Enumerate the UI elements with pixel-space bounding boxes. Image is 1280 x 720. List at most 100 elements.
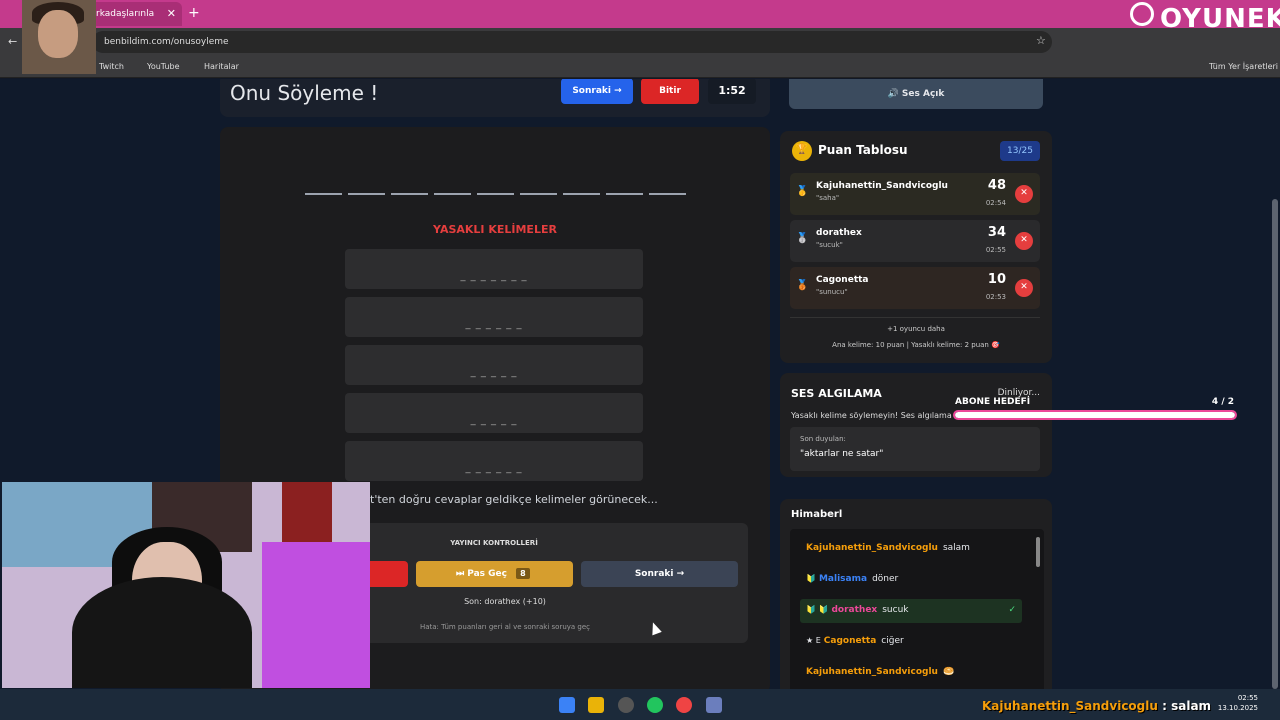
chat-username[interactable]: dorathex xyxy=(831,605,877,615)
player-name: Cagonetta xyxy=(816,275,869,285)
forbidden-words-title: YASAKLI KELİMELER xyxy=(433,223,557,236)
word-blanks xyxy=(305,193,686,197)
bookmark-youtube[interactable]: YouTube xyxy=(147,62,180,71)
pass-label: ⏭ Pas Geç xyxy=(456,569,507,579)
tab-title: rkadaşlarınla xyxy=(96,9,155,19)
windows-start-icon[interactable] xyxy=(559,697,575,713)
timer: 1:52 xyxy=(708,79,756,104)
forbidden-word-3: _ _ _ _ _ xyxy=(345,345,643,385)
all-bookmarks[interactable]: Tüm Yer İşaretleri xyxy=(1209,62,1278,71)
player-score: 48 xyxy=(987,178,1006,193)
chat-text: döner xyxy=(872,574,899,584)
controls-title: YAYINCI KONTROLLERİ xyxy=(450,539,538,547)
remove-player-icon[interactable]: ✕ xyxy=(1015,185,1033,203)
player-row: 🥉 Cagonetta "sunucu" 10 02:53 ✕ xyxy=(790,267,1040,309)
spotify-icon[interactable] xyxy=(647,697,663,713)
letter-blank xyxy=(391,193,428,195)
person-body xyxy=(72,577,252,688)
streamer-webcam xyxy=(2,482,370,688)
last-heard-box: Son duyulan: "aktarlar ne satar" xyxy=(790,427,1040,471)
letter-blank xyxy=(477,193,514,195)
chat-scrollbar[interactable] xyxy=(1036,537,1040,567)
player-row: 🥇 Kajuhanettin_Sandvicoglu "saha" 48 02:54 ✕ xyxy=(790,173,1040,215)
remove-player-icon[interactable]: ✕ xyxy=(1015,232,1033,250)
voice-title: SES ALGILAMA xyxy=(791,387,882,400)
letter-blank xyxy=(348,193,385,195)
system-clock: 02:55 13.10.2025 xyxy=(1218,693,1258,713)
last-answer-info: Son: dorathex (+10) xyxy=(464,597,546,606)
obs-icon[interactable] xyxy=(618,697,634,713)
forbidden-word-4: _ _ _ _ _ xyxy=(345,393,643,433)
webcam-person-face xyxy=(38,10,78,58)
round-badge: 13/25 xyxy=(1000,141,1040,161)
sub-goal-count: 4 / 2 xyxy=(1211,397,1234,407)
page-scrollbar[interactable] xyxy=(1272,199,1278,689)
finish-button[interactable]: Bitir xyxy=(641,79,699,104)
chat-title: Himaberl xyxy=(791,509,843,520)
bookmark-star-icon[interactable]: ☆ xyxy=(1036,34,1046,47)
player-time: 02:54 xyxy=(985,199,1006,207)
chat-username[interactable]: Kajuhanettin_Sandvicoglu xyxy=(806,667,938,677)
chat-message: Kajuhanettin_Sandvicoglu 🥯 xyxy=(800,661,1022,685)
clock-time: 02:55 xyxy=(1237,694,1258,702)
back-icon[interactable]: ← xyxy=(8,35,17,48)
wall-poster-red xyxy=(282,482,332,542)
url-input[interactable]: benbildim.com/onusoyleme xyxy=(92,31,1052,53)
forbidden-word-5: _ _ _ _ _ _ xyxy=(345,441,643,481)
browser-tab[interactable]: rkadaşlarınla ✕ xyxy=(90,2,182,26)
streamer-controls: YAYINCI KONTROLLERİ ⏭ Pas Geç 8 Sonraki … xyxy=(320,523,748,643)
chat-username[interactable]: Malisama xyxy=(819,574,867,584)
player-word: "sunucu" xyxy=(816,288,848,296)
streamer-webcam-small xyxy=(22,0,96,74)
sub-goal-fill xyxy=(955,412,1235,418)
chat-text: salam xyxy=(942,543,970,553)
brand-logo: OYUNEKS xyxy=(1160,4,1280,34)
next-button[interactable]: Sonraki → xyxy=(561,79,633,104)
sound-toggle-button[interactable]: 🔊 Ses Açık xyxy=(789,79,1043,109)
player-name: Kajuhanettin_Sandvicoglu xyxy=(816,181,948,191)
player-word: "saha" xyxy=(816,194,840,202)
stream-chat-user: Kajuhanettin_Sandvicoglu xyxy=(982,699,1158,713)
bookmark-twitch[interactable]: Twitch xyxy=(99,62,124,71)
chat-username[interactable]: Cagonetta xyxy=(824,636,877,646)
chrome-icon[interactable] xyxy=(676,697,692,713)
pass-button[interactable]: ⏭ Pas Geç 8 xyxy=(416,561,573,587)
player-score: 34 xyxy=(987,225,1006,240)
chat-message: Kajuhanettin_Sandvicoglu salam xyxy=(800,537,1022,561)
correct-check-icon: ✓ xyxy=(1008,605,1016,615)
medal-icon: 🥇 xyxy=(796,186,809,197)
forbidden-word-2: _ _ _ _ _ _ xyxy=(345,297,643,337)
bookmark-maps[interactable]: Haritalar xyxy=(204,62,239,71)
trophy-icon: 🏆 xyxy=(792,141,812,161)
scoreboard-title: Puan Tablosu xyxy=(818,143,908,157)
controls-next-button[interactable]: Sonraki → xyxy=(581,561,738,587)
remove-player-icon[interactable]: ✕ xyxy=(1015,279,1033,297)
scoring-rules: Ana kelime: 10 puan | Yasaklı kelime: 2 … xyxy=(832,341,1000,349)
more-players-text: +1 oyuncu daha xyxy=(887,325,945,333)
new-tab-icon[interactable]: + xyxy=(188,5,200,21)
scoreboard: 🏆 Puan Tablosu 13/25 🥇 Kajuhanettin_Sandv… xyxy=(780,131,1052,363)
stream-chat-message: : salam xyxy=(1162,699,1212,713)
player-time: 02:55 xyxy=(985,246,1006,254)
letter-blank xyxy=(434,193,471,195)
sub-goal-label: ABONE HEDEFİ xyxy=(955,397,1031,407)
player-row: 🥈 dorathex "sucuk" 34 02:55 ✕ xyxy=(790,220,1040,262)
chat-message: ★ E Cagonetta ciğer xyxy=(800,630,1022,654)
app-icon[interactable] xyxy=(706,697,722,713)
bookmarks-bar: Twitch YouTube Haritalar Tüm Yer İşaretl… xyxy=(0,56,1280,78)
chat-box[interactable]: Kajuhanettin_Sandvicoglu salam 🔰 Malisama dö… xyxy=(790,529,1044,689)
file-explorer-icon[interactable] xyxy=(588,697,604,713)
chat-message: 🔰 Malisama döner xyxy=(800,568,1022,592)
address-bar-row: ← benbildim.com/onusoyleme ☆ xyxy=(0,28,1280,56)
chat-badge-icon: ★ E xyxy=(806,636,821,645)
chat-text: 🥯 xyxy=(942,667,955,677)
chat-badge-icon: 🔰 xyxy=(806,574,816,583)
browser-tab-bar: rkadaşlarınla ✕ + xyxy=(0,0,1280,28)
hint-text: t'ten doğru cevaplar geldikçe kelimeler … xyxy=(370,493,658,506)
purple-light xyxy=(262,542,370,688)
tab-close-icon[interactable]: ✕ xyxy=(167,7,176,20)
player-word: "sucuk" xyxy=(816,241,843,249)
medal-icon: 🥈 xyxy=(796,233,809,244)
chat-message: 🔰 🔰 dorathex sucuk ✓ xyxy=(800,599,1022,623)
chat-username[interactable]: Kajuhanettin_Sandvicoglu xyxy=(806,543,938,553)
